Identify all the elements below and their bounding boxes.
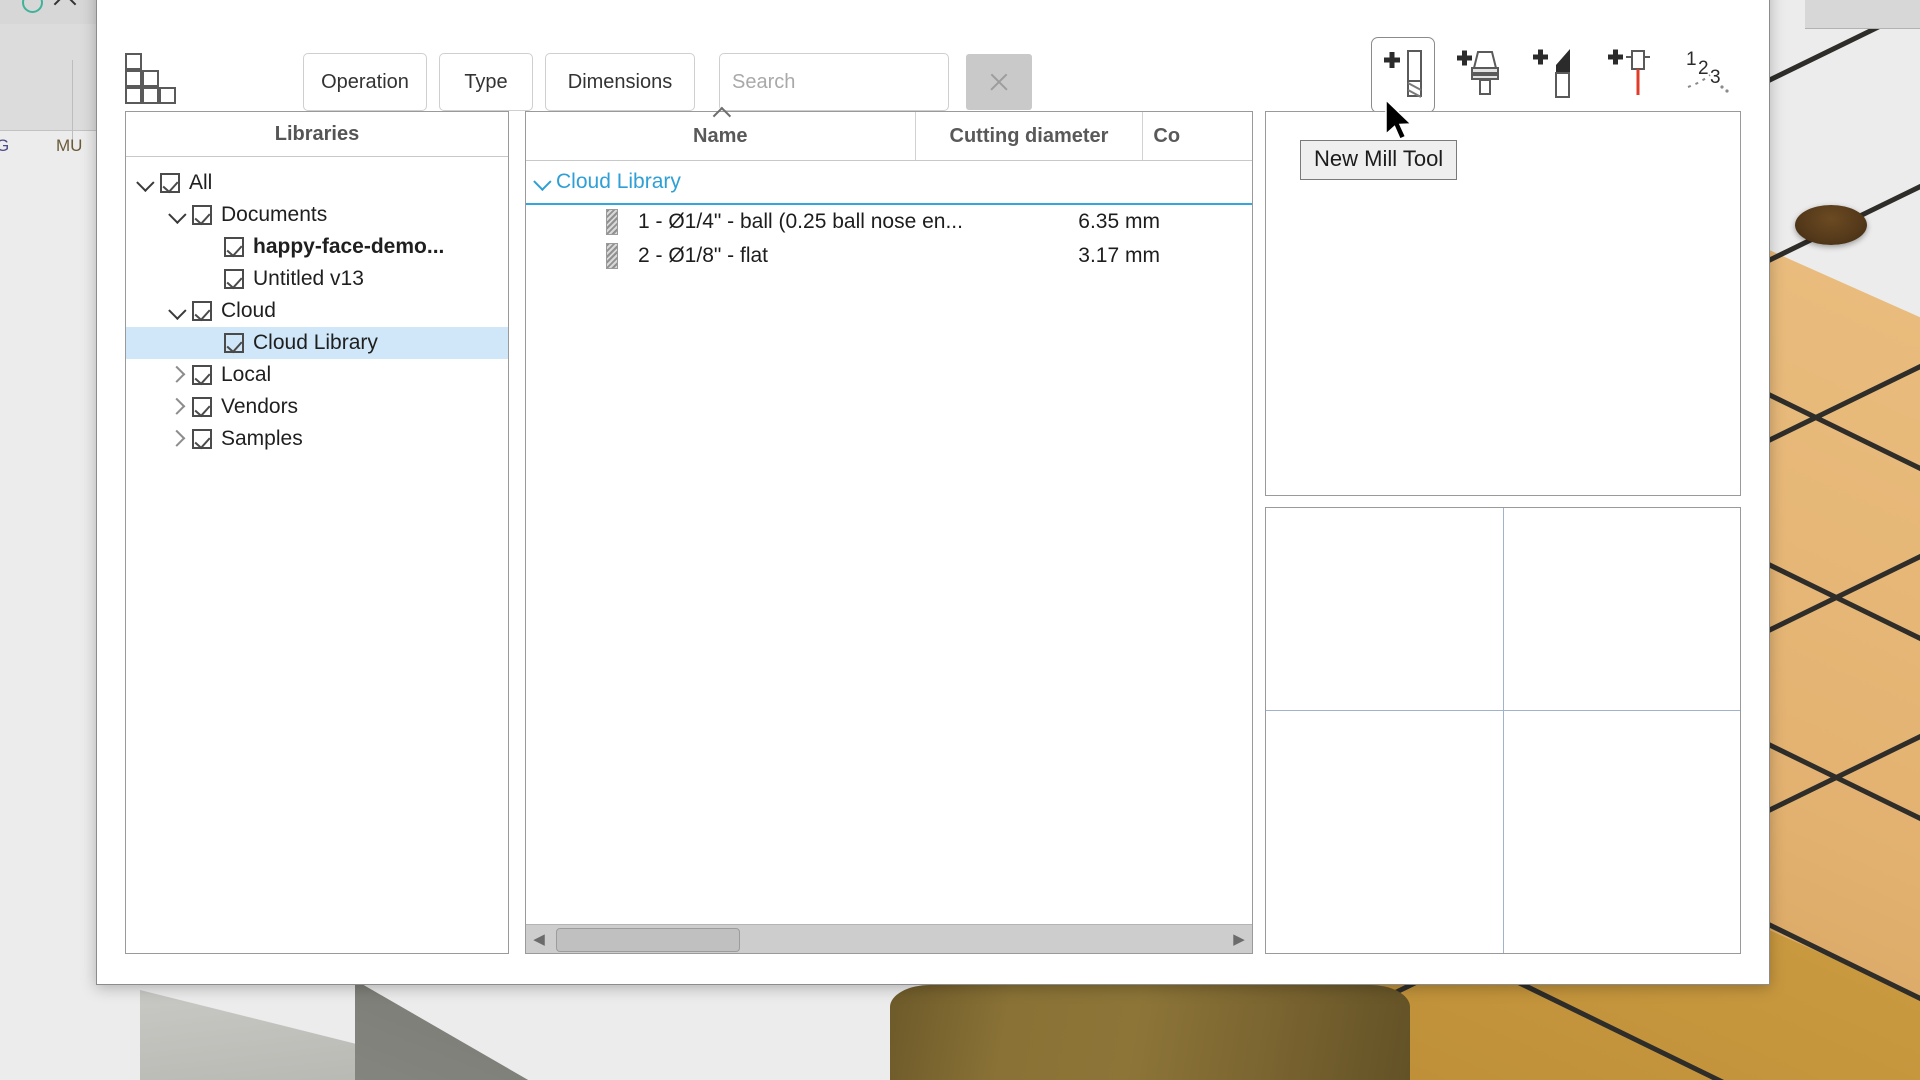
tools-table-hscrollbar[interactable]: ◀ ▶ (526, 924, 1252, 953)
one-two-three-icon: 1 2 3 (1686, 49, 1729, 93)
svg-text:3: 3 (1710, 67, 1721, 88)
library-tree-item[interactable]: Samples (126, 423, 508, 455)
machine-base (355, 980, 615, 1080)
tool-detail-panel (1265, 507, 1741, 954)
library-tree-item[interactable]: Cloud Library (126, 327, 508, 359)
endmill-icon (606, 243, 618, 269)
library-checkbox[interactable] (192, 429, 212, 449)
chevron-right-icon[interactable] (166, 401, 192, 413)
column-header-cutting-diameter[interactable]: Cutting diameter (914, 112, 1143, 160)
filter-type-button[interactable]: Type (439, 53, 533, 111)
tool-action-buttons: 1 2 3 (1371, 37, 1739, 113)
chevron-down-icon[interactable] (134, 177, 160, 190)
library-tree-item[interactable]: happy-face-demo... (126, 231, 508, 263)
libraries-pane: Libraries All Documents happy-face-demo...… (125, 111, 509, 954)
library-checkbox[interactable] (224, 237, 244, 257)
library-tree-item[interactable]: Local (126, 359, 508, 391)
library-checkbox[interactable] (192, 397, 212, 417)
chevron-up-icon (53, 0, 77, 16)
ribbon-divider (72, 60, 73, 140)
library-tree-item[interactable]: Untitled v13 (126, 263, 508, 295)
libraries-header: Libraries (126, 112, 508, 157)
library-tree-item-label: Local (221, 363, 272, 386)
library-checkbox[interactable] (224, 333, 244, 353)
tools-table-body: 1 - Ø1/4" - ball (0.25 ball nose en... 6.… (526, 205, 1252, 273)
renumber-tools-button[interactable]: 1 2 3 (1677, 37, 1739, 111)
filter-operation-button[interactable]: Operation (303, 53, 427, 111)
new-turning-tool-button[interactable] (1525, 37, 1587, 111)
library-tree-item-label: Cloud (221, 299, 276, 322)
table-cell-cutting-diameter: 3.17 mm (1078, 244, 1160, 267)
library-checkbox[interactable] (192, 365, 212, 385)
scroll-right-icon[interactable]: ▶ (1226, 930, 1252, 948)
chevron-right-icon[interactable] (166, 433, 192, 445)
libraries-tree[interactable]: All Documents happy-face-demo... Untitled v… (126, 157, 508, 455)
library-tree-item[interactable]: Documents (126, 199, 508, 231)
table-cell-cutting-diameter: 6.35 mm (1078, 210, 1160, 233)
library-tree-item-label: All (189, 171, 213, 194)
library-checkbox[interactable] (192, 301, 212, 321)
tooltip-new-mill-tool: New Mill Tool (1300, 140, 1458, 180)
library-tree-item-label: Vendors (221, 395, 299, 418)
library-tree-item[interactable]: Cloud (126, 295, 508, 327)
hscroll-thumb[interactable] (556, 928, 740, 952)
app-titlebar-strip (0, 0, 96, 25)
plus-turning-insert-icon (1533, 49, 1570, 98)
tools-table-pane: Name Cutting diameter Co Cloud Library 1… (525, 106, 1253, 954)
endmill-icon (606, 209, 618, 235)
column-header-name[interactable]: Name (526, 106, 915, 160)
library-tree-item-label: Untitled v13 (253, 267, 364, 290)
column-header-name-label: Name (693, 124, 748, 147)
library-tree-item[interactable]: Vendors (126, 391, 508, 423)
library-tree-item-label: Cloud Library (253, 331, 378, 354)
detail-vertical-divider (1503, 508, 1504, 953)
grid-view-icon[interactable] (125, 53, 185, 105)
app-ribbon-strip: G MU (0, 24, 96, 155)
table-cell-name: 2 - Ø1/8" - flat (638, 244, 768, 267)
plus-endmill-icon (1384, 50, 1422, 98)
library-tree-item[interactable]: All (126, 167, 508, 199)
library-checkbox[interactable] (224, 269, 244, 289)
scroll-left-icon[interactable]: ◀ (526, 930, 552, 948)
library-tree-item-label: happy-face-demo... (253, 235, 445, 258)
svg-text:2: 2 (1698, 58, 1709, 79)
cam-tool-library-dialog: CAM Tool Library Operation Type Dimensio… (96, 0, 1770, 985)
new-mill-tool-button[interactable] (1371, 37, 1435, 113)
new-holder-button[interactable] (1449, 37, 1511, 111)
svg-text:1: 1 (1686, 49, 1697, 70)
dialog-toolbar: Operation Type Dimensions Search 1 2 3 (97, 5, 1769, 113)
stock-cylinder (890, 985, 1410, 1080)
chevron-down-icon[interactable] (166, 209, 192, 222)
library-tree-item-label: Samples (221, 427, 303, 450)
new-probe-button[interactable] (1601, 37, 1663, 111)
table-row[interactable]: 1 - Ø1/4" - ball (0.25 ball nose en... 6.… (526, 205, 1252, 239)
library-checkbox[interactable] (160, 173, 180, 193)
column-header-corner[interactable]: Co (1142, 112, 1252, 160)
clear-search-button[interactable] (966, 54, 1032, 110)
close-icon[interactable] (1713, 0, 1747, 3)
hscroll-track[interactable] (552, 925, 1226, 953)
chevron-right-icon[interactable] (166, 369, 192, 381)
detail-horizontal-divider (1266, 710, 1740, 711)
drilled-hole (1795, 205, 1867, 245)
library-checkbox[interactable] (192, 205, 212, 225)
dialog-panes: Libraries All Documents happy-face-demo...… (125, 106, 1741, 954)
search-input[interactable] (719, 53, 949, 111)
filter-dimensions-button[interactable]: Dimensions (545, 53, 695, 111)
plus-probe-icon (1608, 49, 1650, 95)
app-topbar-right (1805, 0, 1920, 29)
table-row[interactable]: 2 - Ø1/8" - flat 3.17 mm (526, 239, 1252, 273)
table-cell-name: 1 - Ø1/4" - ball (0.25 ball nose en... (638, 210, 963, 233)
ribbon-label-mu: MU (56, 136, 83, 155)
library-tree-item-label: Documents (221, 203, 328, 226)
chevron-down-icon[interactable] (532, 176, 556, 189)
sync-circle-icon (22, 0, 43, 13)
group-row-cloud-library[interactable]: Cloud Library (526, 161, 1252, 205)
tools-table-header: Name Cutting diameter Co (526, 106, 1252, 161)
group-row-label: Cloud Library (556, 170, 681, 193)
plus-toolholder-icon (1457, 50, 1499, 95)
chevron-down-icon[interactable] (166, 305, 192, 318)
ribbon-label-g: G (0, 136, 10, 155)
